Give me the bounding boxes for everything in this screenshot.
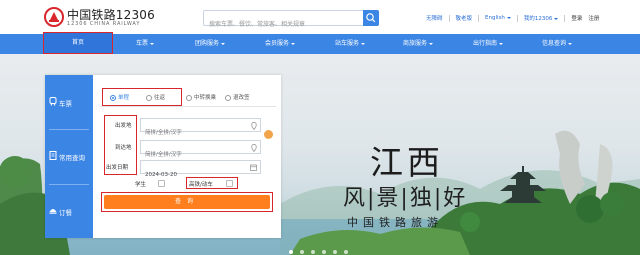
swap-stations-button[interactable] [264,130,273,143]
radio-icon [186,94,193,101]
my12306-menu[interactable]: 我的12306 [524,14,559,22]
chevron-down-icon [361,42,366,45]
railway-logo-icon[interactable] [44,7,64,27]
student-label: 学生 [135,182,147,188]
nav-item-member[interactable]: 会员服务 [265,34,296,54]
nav-item-tickets[interactable]: 车票 [136,34,155,54]
top-header: 中国铁路12306 12306 CHINA RAILWAY 无障碍 敬老版 En… [0,0,640,34]
nav-item-business[interactable]: 商旅服务 [403,34,434,54]
to-field [140,140,261,161]
to-label: 到达地 [115,145,132,151]
carousel-dot[interactable] [322,250,326,254]
language-label: English [485,15,505,21]
accessible-link[interactable]: 无障碍 [426,14,443,22]
query-button[interactable]: 查询 [104,195,270,209]
search-input[interactable] [204,17,363,32]
trip-type-transfer[interactable]: 中转换乘 [186,93,216,101]
carousel-dot[interactable] [311,250,315,254]
carousel-dot[interactable] [289,250,293,254]
chevron-down-icon [429,42,434,45]
carousel-dot[interactable] [333,250,337,254]
carousel-indicators [289,250,355,254]
language-select[interactable]: English [485,15,511,21]
nav-item-guide[interactable]: 出行指南 [473,34,504,54]
chevron-down-icon [568,42,573,45]
top-links: 无障碍 敬老版 English 我的12306 登录 注册 [426,13,599,23]
side-tab-common-query[interactable]: 常用查询 [45,130,93,184]
highspeed-checkbox[interactable] [226,180,233,187]
my12306-label: 我的12306 [523,16,553,22]
calendar-icon [250,164,257,171]
carousel-dot[interactable] [300,250,304,254]
side-tab-label: 常用查询 [59,154,85,162]
train-icon [49,97,57,106]
login-link[interactable]: 登录 [571,14,582,22]
chevron-down-icon [554,17,559,20]
nav-item-home[interactable]: 首页 [43,32,113,54]
divider [516,14,518,22]
site-search [203,10,363,32]
trip-type-highlight [102,88,182,106]
radio-icon [225,94,232,101]
nav-item-group[interactable]: 团购服务 [195,34,226,54]
document-icon [49,151,57,160]
swap-icon [266,138,271,143]
from-station-input[interactable] [141,127,260,139]
trip-type-refund[interactable]: 退改签 [225,93,250,101]
highspeed-label: 高铁/动车 [189,182,213,188]
chevron-down-icon [221,42,226,45]
banner-title: 江西 [370,143,444,182]
chevron-down-icon [150,42,155,45]
side-tab-tickets[interactable]: 车票 [45,75,93,129]
nav-item-info[interactable]: 信息查询 [542,34,573,54]
booking-side-tabs: 车票 常用查询 订餐 [45,75,93,238]
register-link[interactable]: 注册 [588,14,599,22]
banner-caption: 中国铁路旅游 [347,216,443,229]
nav-item-station[interactable]: 站车服务 [335,34,366,54]
banner-subtitle: 风|景|独|好 [343,186,468,211]
carousel-dot[interactable] [344,250,348,254]
side-tab-label: 订餐 [59,209,72,217]
meal-icon [49,209,57,214]
search-button[interactable] [363,10,379,26]
search-icon [366,13,376,23]
student-checkbox[interactable] [158,180,165,187]
divider [478,14,480,22]
location-pin-icon [251,122,257,130]
divider [100,106,276,107]
date-label: 出发日期 [106,165,129,171]
side-tab-meal[interactable]: 订餐 [45,185,93,239]
chevron-down-icon [506,16,511,19]
logo-subtext: 12306 CHINA RAILWAY [67,21,141,27]
from-label: 出发地 [115,123,132,129]
side-tab-label: 车票 [59,100,72,108]
divider [448,14,450,22]
care-mode-link[interactable]: 敬老版 [456,14,473,22]
from-field [140,118,261,139]
chevron-down-icon [291,42,296,45]
chevron-down-icon [499,42,504,45]
divider [564,14,566,22]
date-field [140,160,261,181]
location-pin-icon [251,144,257,152]
